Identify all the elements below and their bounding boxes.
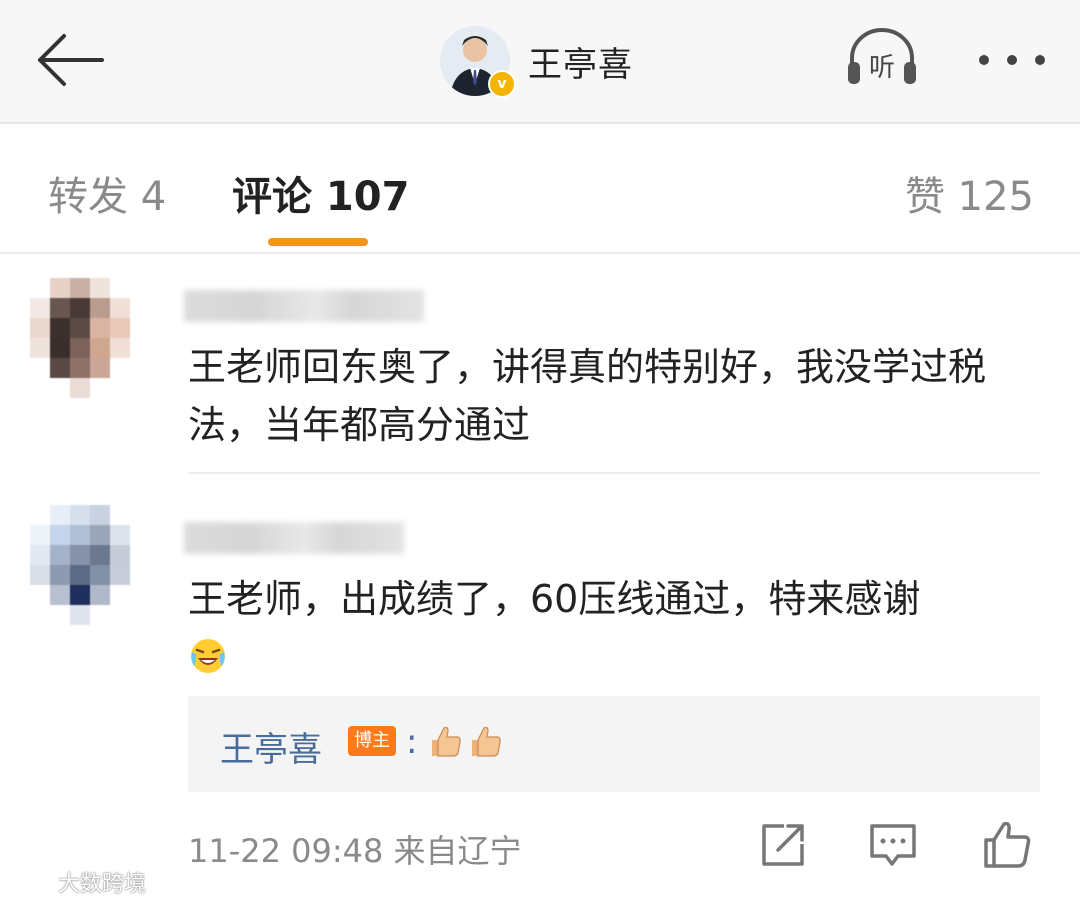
host-badge: 博主 (348, 726, 396, 756)
avatar[interactable]: v (440, 26, 516, 98)
tab-bar: 转发 4 评论 107 赞 125 (0, 124, 1080, 254)
commenter-avatar[interactable] (30, 505, 130, 625)
comment-text-content: 王老师，出成绩了，60压线通过，特来感谢 (188, 577, 921, 621)
headphones-icon: 听 (848, 28, 916, 84)
listen-button[interactable]: 听 (842, 26, 922, 90)
listen-label: 听 (869, 53, 895, 83)
top-bar: v 王亭喜 听 (0, 0, 1080, 124)
back-button[interactable] (30, 28, 110, 92)
watermark-logo-icon (9, 871, 51, 893)
comment-timestamp-location: 11-22 09:48 来自辽宁 (188, 832, 522, 870)
comment-text: 王老师回东奥了，讲得真的特别好，我没学过税法，当年都高分通过 (188, 345, 987, 447)
thumbs-up-icon (432, 726, 461, 757)
page-title: 王亭喜 (528, 44, 633, 85)
more-dots-icon (979, 55, 1045, 65)
laugh-cry-emoji (191, 639, 225, 673)
tab-like[interactable]: 赞 125 (905, 164, 1034, 222)
reply-comment-button[interactable] (866, 818, 920, 872)
comment-divider (188, 472, 1040, 474)
thumbs-up-outline-icon (984, 821, 1031, 868)
reply-author-link[interactable]: 王亭喜 (220, 722, 322, 771)
verified-badge-icon: v (488, 70, 516, 98)
comment-bubble-icon (870, 824, 916, 866)
like-button[interactable] (980, 818, 1034, 872)
active-tab-indicator (268, 238, 368, 246)
watermark: 大数跨境 (8, 866, 146, 898)
comment-text: 王老师，出成绩了，60压线通过，特来感谢 (188, 570, 1048, 686)
reply-separator: : (406, 722, 418, 762)
thumbs-up-icon (472, 726, 501, 757)
commenter-name-redacted (184, 522, 404, 554)
share-button[interactable] (756, 818, 810, 872)
commenter-avatar[interactable] (30, 278, 130, 398)
watermark-text: 大数跨境 (58, 872, 147, 897)
tab-repost[interactable]: 转发 4 (48, 164, 166, 222)
back-arrow-icon (38, 34, 104, 86)
profile-header[interactable]: v 王亭喜 (440, 22, 633, 100)
host-reply[interactable]: 王亭喜 博主 : (188, 696, 1040, 792)
tab-comment[interactable]: 评论 107 (232, 164, 409, 222)
share-icon (762, 824, 804, 866)
more-options-button[interactable] (972, 40, 1052, 80)
commenter-name-redacted (184, 290, 424, 322)
